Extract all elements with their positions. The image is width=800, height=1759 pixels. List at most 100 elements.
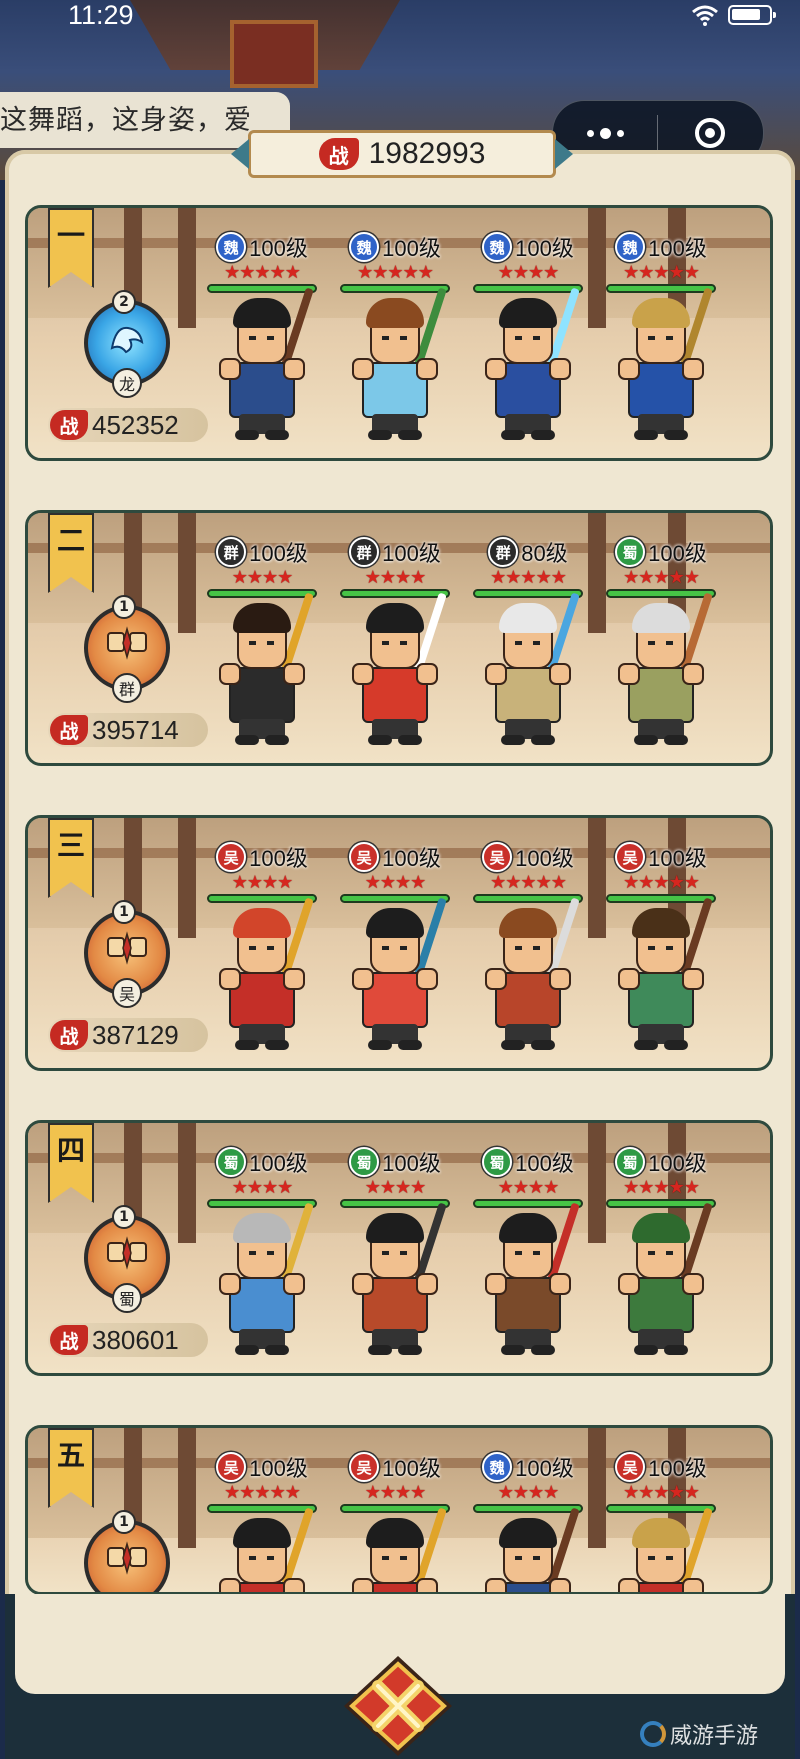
- hero-eye: [666, 946, 673, 950]
- faction-badge: 魏: [482, 1452, 513, 1482]
- hero-hair: [499, 298, 557, 328]
- hero-slot[interactable]: 吴 100级 ★★★★★: [469, 840, 587, 1066]
- hero-slot[interactable]: 群 80级 ★★★★★: [469, 535, 587, 761]
- hero-slot[interactable]: 蜀 100级 ★★★★: [336, 1145, 454, 1371]
- hero-fist: [219, 358, 241, 380]
- formation-count-badge: 1: [112, 595, 136, 619]
- hero-slot[interactable]: 蜀 100级 ★★★★: [469, 1145, 587, 1371]
- formation-faction-label: 蜀: [112, 1283, 142, 1313]
- hero-stars: ★★★★: [497, 1482, 560, 1503]
- hero-hair: [632, 603, 690, 633]
- hero-slot[interactable]: 蜀 100级 ★★★★★: [602, 535, 720, 761]
- hero-eye: [400, 1251, 407, 1255]
- hero-eye: [249, 1556, 256, 1560]
- hero-eye: [648, 336, 655, 340]
- hero-level: 100级: [249, 1151, 308, 1176]
- hero-level: 100级: [515, 1456, 574, 1481]
- hero-header: 蜀 100级: [602, 535, 720, 569]
- hero-slot[interactable]: 吴 100级 ★★★★★: [602, 1450, 720, 1592]
- team-card[interactable]: 一 2 龙战 452352 魏 100级 ★★★★★ 魏 100级 ★★★★★ 魏 100级 ★★★★ 魏…: [25, 205, 773, 461]
- hero-eye: [666, 641, 673, 645]
- hero-slot[interactable]: 吴 100级 ★★★★★: [203, 1450, 321, 1592]
- faction-badge: 吴: [216, 842, 247, 872]
- hero-health-bar: [473, 1504, 583, 1513]
- hero-header: 吴 100级: [203, 840, 321, 874]
- hero-hair: [233, 1213, 291, 1243]
- hero-fist: [352, 1578, 374, 1592]
- hero-stars: ★★★★: [497, 262, 560, 283]
- dialogue-text: 这舞蹈，这身姿，爱: [0, 105, 252, 136]
- hero-slot[interactable]: 魏 100级 ★★★★★: [336, 230, 454, 456]
- hero-slot[interactable]: 蜀 100级 ★★★★: [203, 1145, 321, 1371]
- hero-slot[interactable]: 魏 100级 ★★★★★: [203, 230, 321, 456]
- hero-sprite: [483, 287, 580, 446]
- hero-health-bar: [207, 1504, 317, 1513]
- total-power-banner: 战 1982993: [248, 130, 556, 178]
- hero-header: 魏 100级: [469, 1450, 587, 1484]
- hero-level: 100级: [382, 236, 441, 261]
- hero-level: 100级: [249, 1456, 308, 1481]
- hero-slot[interactable]: 蜀 100级 ★★★★★: [602, 1145, 720, 1371]
- hero-header: 吴 100级: [469, 840, 587, 874]
- hero-fist: [618, 358, 640, 380]
- hero-hair: [233, 603, 291, 633]
- watermark: 威游手游: [640, 1718, 758, 1750]
- team-card[interactable]: 三 1 吴战 387129 吴 100级 ★★★★ 吴 100级 ★★★★ 吴 100级 ★★★★★ 吴 1…: [25, 815, 773, 1071]
- team-card[interactable]: 四 1 蜀战 380601 蜀 100级 ★★★★ 蜀 100级 ★★★★ 蜀 100级 ★★★★ 蜀 10…: [25, 1120, 773, 1376]
- hero-hair: [233, 298, 291, 328]
- hero-stars: ★★★★: [364, 567, 427, 588]
- hero-health-bar: [207, 1199, 317, 1208]
- hero-slot[interactable]: 吴 100级 ★★★★★: [602, 840, 720, 1066]
- faction-badge: 吴: [216, 1452, 247, 1482]
- formation-count-badge: 1: [112, 900, 136, 924]
- hero-fist: [618, 968, 640, 990]
- hero-slot[interactable]: 吴 100级 ★★★★: [336, 1450, 454, 1592]
- hero-shoe: [664, 1345, 688, 1355]
- hero-hair: [366, 908, 424, 938]
- hero-sprite: [350, 592, 447, 751]
- hero-sprite: [217, 1507, 314, 1592]
- faction-badge: 魏: [349, 232, 380, 262]
- hero-level: 100级: [382, 1456, 441, 1481]
- hero-header: 蜀 100级: [336, 1145, 454, 1179]
- hero-hair: [632, 298, 690, 328]
- hero-eye: [249, 946, 256, 950]
- hero-slot[interactable]: 魏 100级 ★★★★★: [602, 230, 720, 456]
- hero-health-bar: [473, 1199, 583, 1208]
- hero-slot[interactable]: 群 100级 ★★★★: [336, 535, 454, 761]
- hero-eye: [382, 336, 389, 340]
- formation-faction-label: 龙: [112, 368, 142, 398]
- hero-health-bar: [606, 284, 716, 293]
- hero-fist: [416, 1273, 438, 1295]
- close-icon[interactable]: [340, 1652, 456, 1759]
- hero-header: 群 100级: [203, 535, 321, 569]
- hero-header: 群 80级: [469, 535, 587, 569]
- hero-level: 100级: [249, 541, 308, 566]
- hero-fist: [283, 968, 305, 990]
- hero-slot[interactable]: 魏 100级 ★★★★: [469, 230, 587, 456]
- faction-badge: 吴: [615, 842, 646, 872]
- hero-fist: [682, 663, 704, 685]
- hero-stars: ★★★★★: [490, 872, 567, 893]
- hero-slot[interactable]: 魏 100级 ★★★★: [469, 1450, 587, 1592]
- hero-fist: [682, 1273, 704, 1295]
- team-card[interactable]: 五 1 吴 100级 ★★★★★ 吴 100级 ★★★★ 魏 100级 ★★★★ 吴 100级 ★★★★★: [25, 1425, 773, 1595]
- faction-badge: 吴: [482, 842, 513, 872]
- hero-header: 吴 100级: [203, 1450, 321, 1484]
- hero-slot[interactable]: 吴 100级 ★★★★: [203, 840, 321, 1066]
- hero-slot[interactable]: 吴 100级 ★★★★: [336, 840, 454, 1066]
- hero-sprite: [616, 287, 713, 446]
- faction-badge: 蜀: [216, 1147, 247, 1177]
- hero-health-bar: [473, 894, 583, 903]
- hero-fist: [618, 663, 640, 685]
- hero-fist: [352, 1273, 374, 1295]
- hero-eye: [648, 946, 655, 950]
- hero-shoe: [664, 430, 688, 440]
- hero-shoe: [235, 1345, 259, 1355]
- hero-hair: [366, 1213, 424, 1243]
- hero-level: 100级: [382, 846, 441, 871]
- team-card[interactable]: 二 1 群战 395714 群 100级 ★★★★ 群 100级 ★★★★ 群 80级 ★★★★★ 蜀 10…: [25, 510, 773, 766]
- hero-slot[interactable]: 群 100级 ★★★★: [203, 535, 321, 761]
- hero-level: 100级: [648, 1151, 707, 1176]
- more-dot-icon: [616, 129, 624, 137]
